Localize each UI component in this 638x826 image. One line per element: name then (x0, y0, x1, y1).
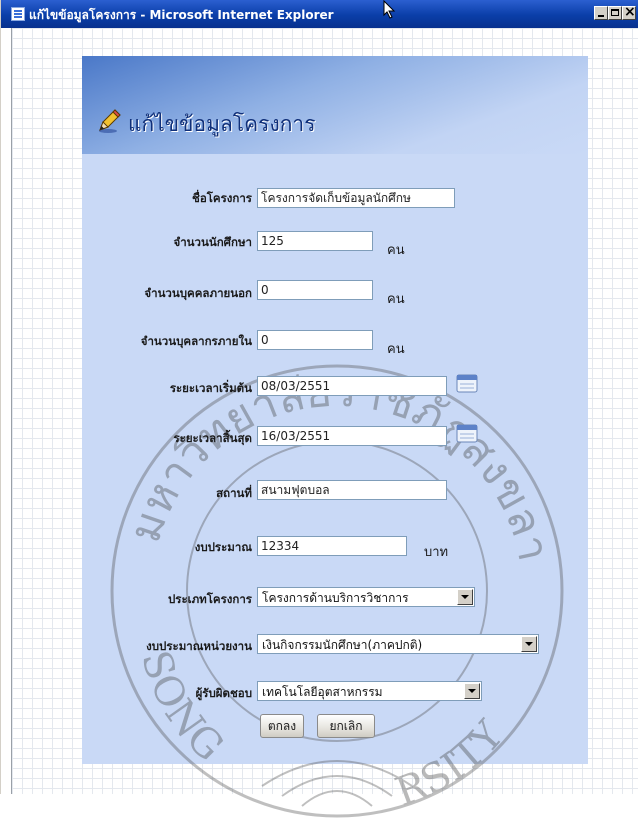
project-type-select[interactable]: โครงการด้านบริการวิชาการ (257, 587, 475, 607)
budget-unit: บาท (424, 545, 449, 560)
start-date-label: ระยะเวลาเริ่มต้น (169, 381, 252, 395)
location-label: สถานที่ (216, 486, 252, 500)
internal-staff-unit: คน (387, 342, 405, 357)
maximize-button[interactable] (608, 6, 622, 20)
external-people-unit: คน (387, 292, 405, 307)
project-type-selected: โครงการด้านบริการวิชาการ (262, 591, 409, 605)
internal-staff-input[interactable] (257, 330, 373, 350)
start-date-calendar-icon[interactable] (456, 373, 478, 393)
cancel-button[interactable]: ยกเลิก (317, 714, 375, 738)
pencil-icon (99, 109, 121, 133)
chevron-down-icon[interactable] (521, 636, 537, 652)
window-title: แก้ไขข้อมูลโครงการ - Microsoft Internet … (29, 8, 334, 22)
page-icon (11, 7, 25, 21)
students-count-input[interactable] (257, 231, 373, 251)
end-date-label: ระยะเวลาสิ้นสุด (173, 431, 252, 445)
project-name-label: ชื่อโครงการ (192, 191, 252, 205)
mouse-cursor-icon (383, 0, 396, 19)
unit-budget-selected: เงินกิจกรรมนักศึกษา(ภาคปกติ) (262, 638, 423, 652)
ok-button[interactable]: ตกลง (260, 714, 304, 738)
edit-project-panel: มหาวิทยาลัยราชภัฏสงขลา SONG RSITY (82, 56, 588, 818)
unit-budget-label: งบประมาณหน่วยงาน (146, 639, 252, 653)
browser-window: แก้ไขข้อมูลโครงการ - Microsoft Internet … (0, 0, 638, 818)
budget-input[interactable] (257, 536, 407, 556)
close-button[interactable] (622, 4, 636, 20)
students-count-label: จำนวนนักศึกษา (173, 235, 252, 249)
responsible-label: ผู้รับผิดชอบ (195, 686, 252, 700)
start-date-input[interactable] (257, 376, 447, 396)
end-date-calendar-icon[interactable] (456, 423, 478, 443)
form-title: แก้ไขข้อมูลโครงการ (128, 112, 316, 136)
svg-text:SONG: SONG (132, 646, 232, 771)
external-people-label: จำนวนบุคคลภายนอก (144, 286, 252, 300)
project-type-label: ประเภทโครงการ (167, 592, 252, 606)
budget-label: งบประมาณ (194, 540, 252, 554)
unit-budget-select[interactable]: เงินกิจกรรมนักศึกษา(ภาคปกติ) (257, 634, 539, 654)
responsible-select[interactable]: เทคโนโลยีอุตสาหกรรม (257, 681, 482, 701)
internal-staff-label: จำนวนบุคลากรภายใน (140, 334, 252, 348)
minimize-button[interactable] (594, 6, 608, 20)
watermark-text-bottom-right: RSITY (390, 712, 514, 816)
end-date-input[interactable] (257, 426, 447, 446)
chevron-down-icon[interactable] (457, 589, 473, 605)
watermark-text-bottom-left: SONG (132, 646, 232, 771)
external-people-input[interactable] (257, 280, 373, 300)
title-bar[interactable]: แก้ไขข้อมูลโครงการ - Microsoft Internet … (1, 0, 638, 28)
location-input[interactable] (257, 480, 447, 500)
students-unit: คน (387, 243, 405, 258)
responsible-selected: เทคโนโลยีอุตสาหกรรม (262, 685, 383, 699)
page-content: มหาวิทยาลัยราชภัฏสงขลา SONG RSITY (11, 28, 638, 818)
svg-text:RSITY: RSITY (390, 712, 514, 816)
project-name-input[interactable] (257, 188, 455, 208)
chevron-down-icon[interactable] (464, 683, 480, 699)
